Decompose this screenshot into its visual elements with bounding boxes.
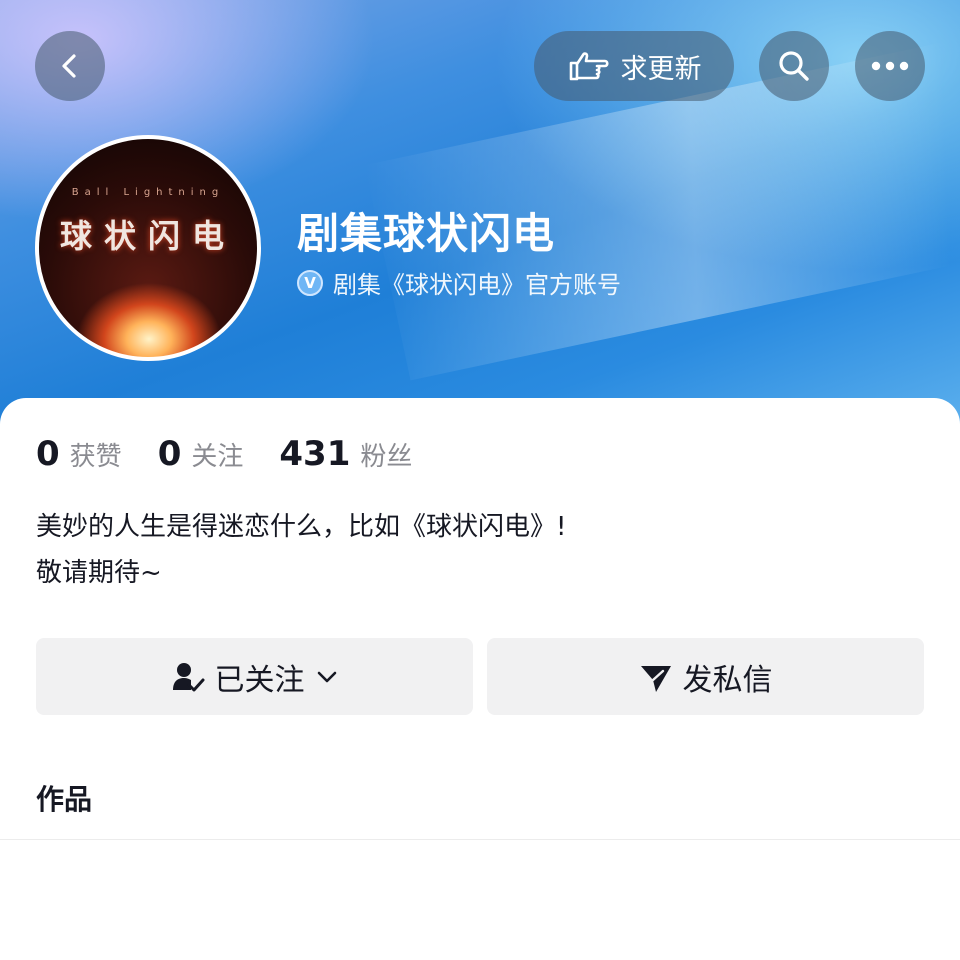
tab-divider <box>0 839 960 840</box>
search-button[interactable] <box>759 31 829 101</box>
avatar-subtitle-text: Ball Lightning <box>71 187 225 198</box>
stat-label: 关注 <box>191 442 244 472</box>
user-check-icon <box>172 662 204 691</box>
back-button[interactable] <box>35 31 105 101</box>
bio-text: 美妙的人生是得迷恋什么，比如《球状闪电》! 敬请期待~ <box>36 504 566 596</box>
request-update-label: 求更新 <box>620 53 702 85</box>
stat-value: 431 <box>279 434 351 474</box>
bio-line: 美妙的人生是得迷恋什么，比如《球状闪电》! <box>36 512 567 542</box>
stat-label: 获赞 <box>69 442 122 472</box>
stat-value: 0 <box>36 434 60 474</box>
profile-info-card: 0 获赞 0 关注 431 粉丝 美妙的人生是得迷恋什么，比如《球状闪电》! 敬… <box>0 398 960 960</box>
avatar[interactable]: Ball Lightning 球状闪电 <box>35 135 261 361</box>
followed-label: 已关注 <box>214 662 305 698</box>
tab-works[interactable]: 作品 <box>36 778 92 818</box>
stat-value: 0 <box>157 434 182 474</box>
stat-label: 粉丝 <box>360 442 413 472</box>
send-message-label: 发私信 <box>682 662 773 698</box>
stat-followers[interactable]: 431 粉丝 <box>279 434 412 474</box>
followed-button[interactable]: 已关注 <box>36 638 473 715</box>
search-icon <box>779 51 809 81</box>
send-message-button[interactable]: 发私信 <box>487 638 924 715</box>
request-update-button[interactable]: 求更新 <box>534 31 734 101</box>
verification-row: V 剧集《球状闪电》官方账号 <box>297 265 621 300</box>
more-options-button[interactable] <box>855 31 925 101</box>
verification-text: 剧集《球状闪电》官方账号 <box>333 271 621 299</box>
stat-likes[interactable]: 0 获赞 <box>36 434 122 474</box>
bio-line: 敬请期待~ <box>36 558 162 588</box>
stat-following[interactable]: 0 关注 <box>158 434 244 474</box>
avatar-title-text: 球状闪电 <box>59 217 236 255</box>
stats-row: 0 获赞 0 关注 431 粉丝 <box>36 434 448 474</box>
chevron-left-icon <box>62 54 76 78</box>
paper-plane-icon <box>640 665 671 692</box>
pointing-hand-icon <box>569 52 609 81</box>
verified-badge-icon: V <box>297 269 323 296</box>
account-name: 剧集球状闪电 <box>297 209 556 258</box>
more-dots-icon <box>871 61 909 71</box>
chevron-down-icon <box>317 671 336 682</box>
